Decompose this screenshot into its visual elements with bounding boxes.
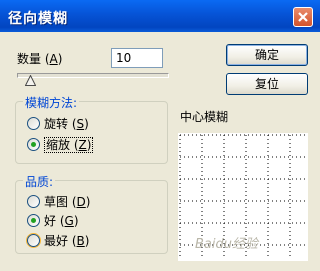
quality-draft-label: 草图: [44, 195, 69, 209]
amount-slider-thumb[interactable]: [25, 75, 36, 86]
blur-method-legend: 模糊方法:: [23, 94, 80, 111]
radio-button-icon: [27, 138, 40, 151]
blur-method-zoom-focus: 缩放 (Z): [44, 137, 94, 153]
quality-best-label: 最好: [44, 234, 69, 248]
quality-draft-radio[interactable]: 草图 (D): [27, 193, 90, 210]
blur-method-spin-radio[interactable]: 旋转 (S): [27, 115, 89, 132]
quality-good-radio[interactable]: 好 (G): [27, 212, 79, 229]
blur-method-spin-label: 旋转: [44, 117, 69, 131]
center-blur-label: 中心模糊: [180, 110, 229, 124]
amount-label: 数量 (A): [17, 52, 63, 66]
reset-button[interactable]: 复位: [226, 73, 308, 95]
radio-button-icon: [27, 214, 40, 227]
blur-method-zoom-radio[interactable]: 缩放 (Z): [27, 136, 94, 153]
close-button[interactable]: [293, 7, 313, 27]
baidu-watermark: Baidu经验: [195, 237, 258, 252]
radio-button-icon: [27, 117, 40, 130]
radio-button-icon: [27, 195, 40, 208]
blur-method-spin-accesskey: S: [76, 117, 85, 131]
quality-best-accesskey: B: [76, 234, 85, 248]
window-title: 径向模糊: [8, 11, 68, 27]
quality-best-radio[interactable]: 最好 (B): [27, 232, 89, 249]
blur-method-zoom-label: 缩放: [46, 138, 71, 152]
quality-good-label: 好: [44, 214, 57, 228]
title-bar[interactable]: 径向模糊: [0, 0, 320, 32]
ok-button[interactable]: 确定: [226, 44, 308, 66]
quality-good-accesskey: G: [64, 214, 74, 228]
amount-slider-track[interactable]: [17, 73, 169, 78]
blur-method-zoom-accesskey: Z: [78, 138, 87, 152]
amount-label-text: 数量: [17, 52, 42, 66]
amount-input[interactable]: [111, 48, 163, 68]
quality-draft-accesskey: D: [76, 195, 86, 209]
radial-blur-dialog: 径向模糊 数量 (A) 确定 复位 模糊方法: 旋转 (S) 缩放 (Z) 品质…: [0, 0, 320, 271]
amount-accesskey: A: [49, 52, 58, 66]
radio-button-icon: [27, 234, 40, 247]
quality-legend: 品质:: [23, 173, 56, 190]
close-icon: [298, 12, 308, 22]
